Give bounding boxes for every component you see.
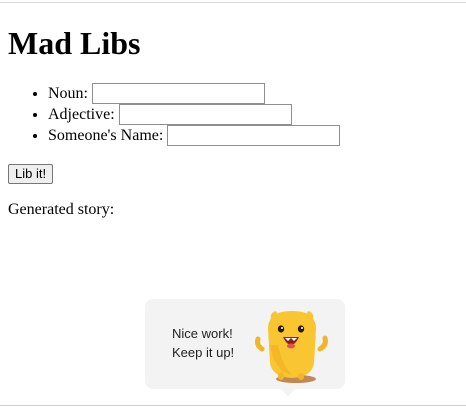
encouragement-toast: Nice work! Keep it up! [145,299,345,396]
list-item: Adjective: [48,104,340,125]
someones-name-input[interactable] [167,125,341,146]
adjective-input[interactable] [118,104,292,125]
word-field-list: Noun: Adjective: Someone's Name: [8,83,341,146]
noun-label: Noun: [48,85,88,102]
toast-message: Nice work! Keep it up! [172,324,234,362]
top-divider [0,2,466,3]
yellow-monster-mascot-icon [255,311,328,383]
page-title: Mad Libs [8,25,141,61]
list-item: Noun: [48,83,340,104]
list-item: Someone's Name: [48,125,341,146]
lib-it-button[interactable]: Lib it! [8,164,54,184]
generated-story-label: Generated story: [8,200,114,220]
toast-line-2: Keep it up! [172,345,235,360]
someones-name-label: Someone's Name: [48,127,164,144]
adjective-label: Adjective: [48,106,115,123]
generated-story-heading: Generated story: [8,201,115,218]
toast-line-1: Nice work! [172,326,233,341]
noun-input[interactable] [92,83,265,104]
bottom-divider [0,405,466,406]
